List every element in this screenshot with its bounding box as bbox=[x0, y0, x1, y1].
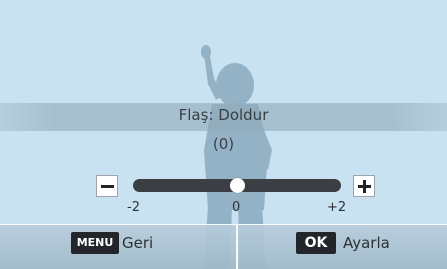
flash-value: (0) bbox=[212, 135, 235, 153]
back-label[interactable]: Geri bbox=[122, 234, 153, 252]
minus-icon bbox=[101, 185, 114, 188]
increase-button[interactable] bbox=[353, 175, 375, 197]
flash-mode-title: Flaş: Doldur bbox=[178, 106, 269, 124]
flash-slider-knob[interactable] bbox=[229, 178, 245, 193]
bottom-bar-divider bbox=[236, 224, 238, 269]
tick-label-mid: 0 bbox=[232, 200, 241, 215]
camera-screen: Flaş: Doldur (0) -2 0 +2 MENU Geri OK Ay… bbox=[0, 0, 447, 269]
tick-label-max: +2 bbox=[327, 200, 347, 215]
decrease-button[interactable] bbox=[96, 175, 118, 197]
menu-key[interactable]: MENU bbox=[71, 232, 119, 254]
ok-key[interactable]: OK bbox=[296, 232, 336, 254]
set-label[interactable]: Ayarla bbox=[343, 234, 390, 252]
tick-label-min: -2 bbox=[127, 200, 140, 215]
